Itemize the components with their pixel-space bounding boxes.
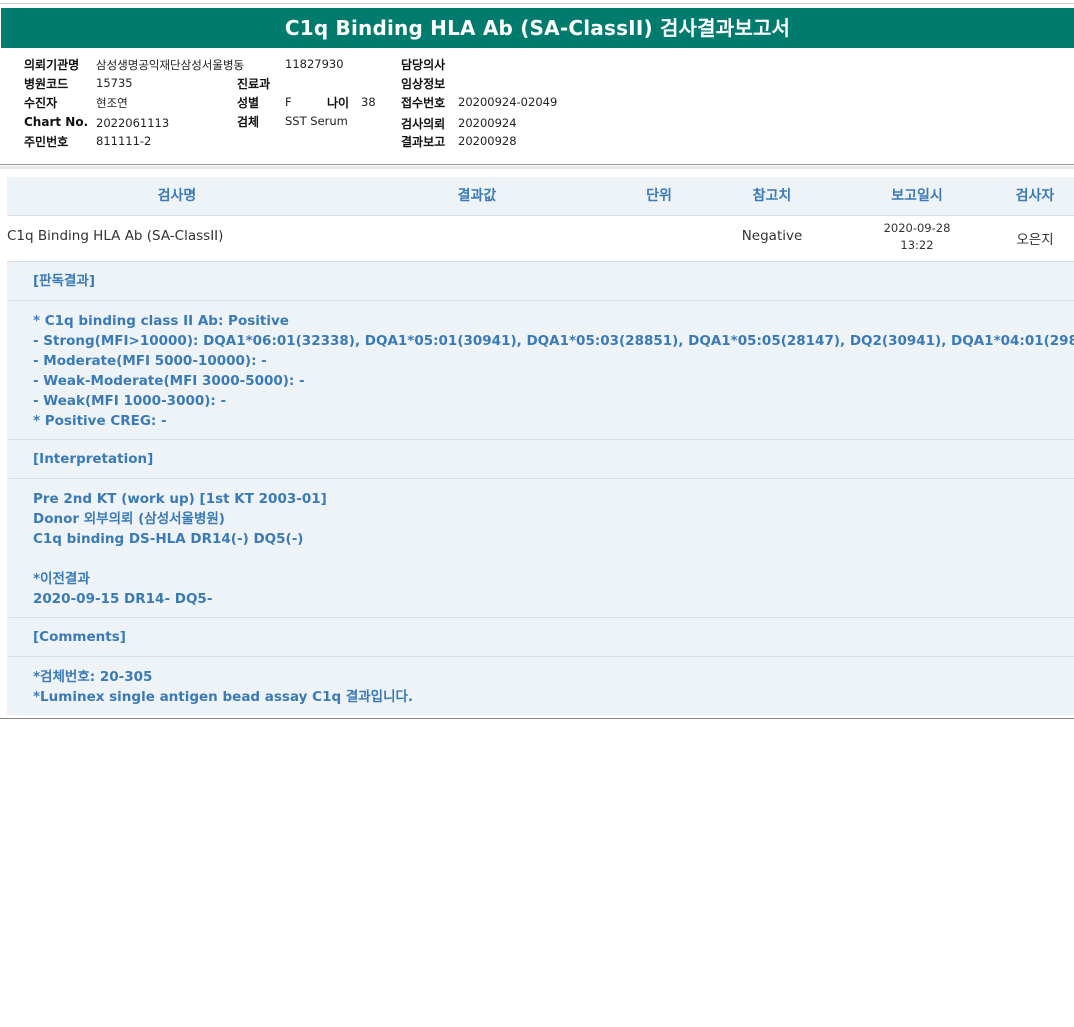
interpretation-line: Donor 외부의뢰 (삼성서울병원)	[33, 511, 225, 527]
patient-label: 수진자	[24, 96, 58, 110]
interpretation-heading: [Interpretation]	[33, 451, 154, 467]
specimen-label: 검체	[237, 115, 260, 129]
interpretation-line: C1q binding DS-HLA DR14(-) DQ5(-)	[33, 531, 304, 547]
hospital-code-label: 병원코드	[24, 77, 69, 91]
hospital-value: 삼성생명공익재단삼성서울병동	[96, 58, 245, 72]
comments-section: [Comments]	[7, 618, 1074, 657]
test-name-cell: C1q Binding HLA Ab (SA-ClassII)	[7, 228, 224, 244]
col-reference: 참고치	[752, 188, 792, 204]
col-result: 결과값	[457, 188, 497, 204]
comments-line: *Luminex single antigen bead assay C1q 결…	[33, 689, 414, 705]
doctor-label: 담당의사	[401, 58, 446, 72]
table-header: 검사명 결과값 단위 참고치 보고일시 검사자	[7, 177, 1074, 216]
judgement-section: [판독결과]	[7, 262, 1074, 301]
col-report-date: 보고일시	[891, 188, 943, 204]
judgement-line: - Strong(MFI>10000): DQA1*06:01(32338), …	[33, 333, 1074, 349]
top-rule	[0, 3, 1074, 4]
bottom-rule	[0, 718, 1074, 719]
judgement-line: * C1q binding class II Ab: Positive	[33, 313, 289, 329]
judgement-line: * Positive CREG: -	[33, 413, 167, 429]
rrn-value: 811111-2	[96, 134, 152, 148]
hospital-code-value: 15735	[96, 76, 133, 90]
info-divider	[0, 164, 1074, 165]
chart-value: 2022061113	[96, 116, 170, 130]
reference-cell: Negative	[741, 228, 803, 244]
sex-value: F	[285, 95, 292, 109]
judgement-line: - Weak-Moderate(MFI 3000-5000): -	[33, 373, 305, 389]
patient-value: 현조연	[96, 96, 128, 110]
judgement-line: - Weak(MFI 1000-3000): -	[33, 393, 227, 409]
age-label: 나이	[327, 96, 350, 110]
interpretation-line: Pre 2nd KT (work up) [1st KT 2003-01]	[33, 491, 327, 507]
results-table: 검사명 결과값 단위 참고치 보고일시 검사자 C1q Binding HLA …	[7, 177, 1074, 715]
info-divider-shadow	[0, 166, 1074, 169]
dept-label: 진료과	[237, 77, 271, 91]
judgement-body: * C1q binding class II Ab: Positive - St…	[7, 301, 1074, 440]
report-date-cell: 2020-09-28	[883, 221, 951, 235]
receipt-value: 20200924-02049	[458, 95, 558, 109]
table-row: C1q Binding HLA Ab (SA-ClassII) Negative…	[7, 216, 1074, 262]
chart-label: Chart No.	[24, 115, 89, 129]
report-title: C1q Binding HLA Ab (SA-ClassII) 검사결과보고서	[1, 8, 1074, 48]
report-value: 20200928	[458, 134, 517, 148]
request-label: 검사의뢰	[401, 117, 446, 131]
examiner-cell: 오은지	[1016, 232, 1054, 248]
interpretation-line	[33, 549, 1074, 569]
interpretation-body: Pre 2nd KT (work up) [1st KT 2003-01] Do…	[7, 479, 1074, 618]
judgement-heading: [판독결과]	[33, 273, 96, 289]
request-value: 20200924	[458, 116, 517, 130]
judgement-line: - Moderate(MFI 5000-10000): -	[33, 353, 267, 369]
ward-value: 11827930	[285, 57, 344, 71]
interpretation-line: *이전결과	[33, 571, 90, 587]
report-label: 결과보고	[401, 135, 446, 149]
receipt-label: 접수번호	[401, 96, 446, 110]
specimen-value: SST Serum	[285, 114, 348, 128]
sex-label: 성별	[237, 96, 260, 110]
col-examiner: 검사자	[1015, 188, 1055, 204]
report-time-cell: 13:22	[900, 238, 934, 252]
age-value: 38	[361, 95, 376, 109]
comments-body: *검체번호: 20-305 *Luminex single antigen be…	[7, 657, 1074, 715]
rrn-label: 주민번호	[24, 135, 69, 149]
col-test-name: 검사명	[157, 188, 197, 204]
col-unit: 단위	[646, 188, 672, 204]
interpretation-section: [Interpretation]	[7, 440, 1074, 479]
hospital-label: 의뢰기관명	[24, 58, 80, 72]
interpretation-line: 2020-09-15 DR14- DQ5-	[33, 591, 213, 607]
patient-info-block: 의뢰기관명 삼성생명공익재단삼성서울병동 11827930 담당의사 병원코드 …	[0, 54, 1074, 158]
comments-line: *검체번호: 20-305	[33, 669, 153, 685]
clinical-label: 임상정보	[401, 77, 446, 91]
comments-heading: [Comments]	[33, 629, 126, 645]
